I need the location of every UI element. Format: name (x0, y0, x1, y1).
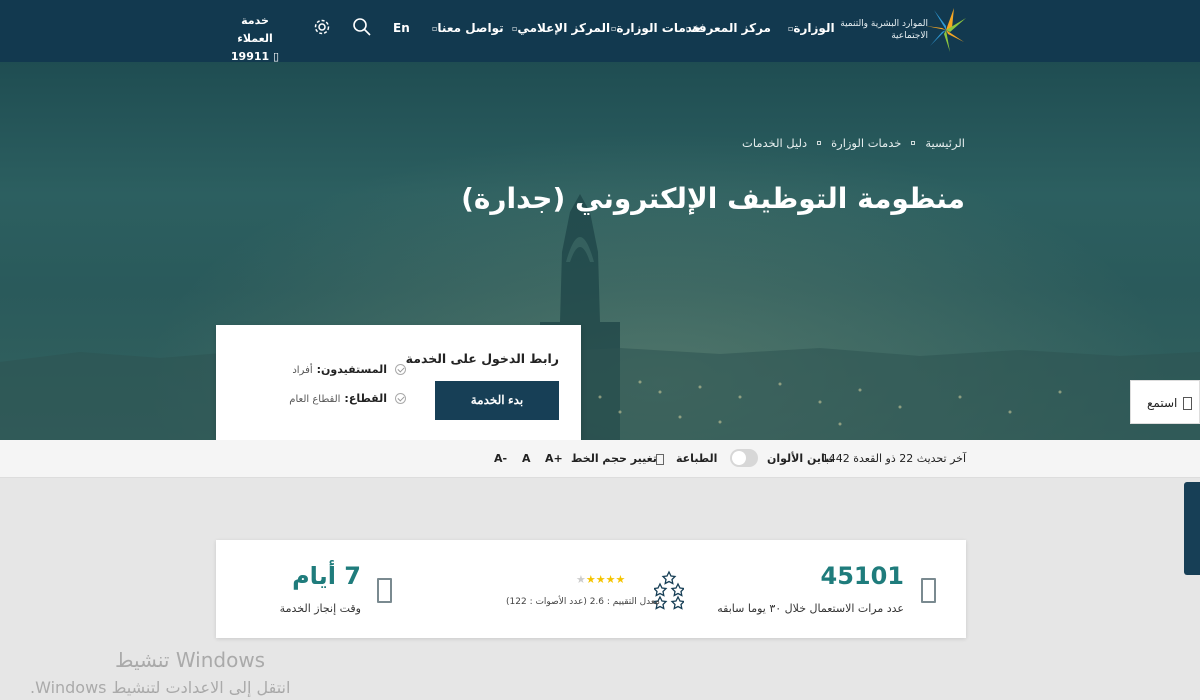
rating-stars[interactable]: ★★★★★ (576, 573, 625, 586)
completion-caption: وقت إنجاز الخدمة (279, 602, 361, 615)
print-button[interactable]: الطباعة (676, 452, 717, 465)
nav-label: مركز المعرفة (691, 21, 771, 35)
customer-service-label: خدمة العملاء (237, 14, 273, 45)
sector-label: القطاع: (344, 392, 387, 405)
font-decrease-button[interactable]: A- (494, 452, 507, 465)
nav-label: تواصل معنا (437, 21, 504, 35)
rating-star-icon[interactable]: ★ (606, 573, 616, 586)
breadcrumb-ministry-services[interactable]: خدمات الوزارة (831, 136, 901, 150)
language-switch[interactable]: En (393, 21, 410, 35)
rating-star-icon[interactable]: ★ (576, 573, 586, 586)
completion-time: 7 أيام (292, 562, 361, 590)
last-update-text: آخر تحديث 22 ذو القعدة 1442 (821, 452, 966, 465)
font-normal-button[interactable]: A (522, 452, 531, 465)
listen-label: استمع (1147, 396, 1178, 410)
print-icon (656, 454, 664, 465)
rating-caption: معدل التقييم : 2.6 (عدد الأصوات : 122) (506, 597, 661, 607)
listen-button[interactable]: استمع (1130, 380, 1200, 424)
check-circle-icon (395, 364, 406, 375)
nav-item-contact-us[interactable]: ▫تواصل معنا (428, 21, 504, 35)
clock-document-icon (377, 578, 392, 603)
ministry-logo[interactable]: الموارد البشرية والتنمية الاجتماعية (840, 6, 968, 54)
speaker-icon (1183, 397, 1192, 410)
sector-row: القطاع:القطاع العام (289, 392, 406, 405)
gear-icon[interactable] (312, 17, 332, 37)
beneficiaries-value: أفراد (292, 365, 313, 376)
rating-star-icon[interactable]: ★ (596, 573, 606, 586)
windows-activation-hint: انتقل إلى الاعدادت لتنشيط Windows. (30, 678, 291, 697)
breadcrumb-services-guide[interactable]: دليل الخدمات (742, 136, 807, 150)
customer-service[interactable]: خدمة العملاء 19911 ▯ (222, 12, 288, 66)
contrast-toggle[interactable] (730, 449, 758, 467)
sector-value: القطاع العام (289, 394, 341, 405)
check-circle-icon (395, 393, 406, 404)
start-service-button[interactable]: بدء الخدمة (435, 381, 559, 420)
service-card: رابط الدخول على الخدمة بدء الخدمة المستف… (216, 325, 581, 440)
breadcrumb-home[interactable]: الرئيسية (925, 136, 965, 150)
side-feedback-tab[interactable] (1184, 482, 1200, 575)
nav-item-ministry[interactable]: ▫الوزارة (784, 21, 835, 35)
breadcrumb-separator-icon (817, 141, 822, 145)
usage-caption: عدد مرات الاستعمال خلال ٣٠ يوما سابقه (717, 602, 904, 615)
hero-banner: الرئيسية خدمات الوزارة دليل الخدمات منظومة… (0, 62, 1200, 440)
beneficiaries-label: المستفيدون: (316, 363, 387, 376)
nav-item-media-center[interactable]: ▫المركز الإعلامي (508, 21, 610, 35)
contrast-label: تباين الألوان (767, 452, 834, 465)
usage-count: 45101 (820, 562, 905, 590)
logo-text: الموارد البشرية والتنمية الاجتماعية (840, 19, 928, 41)
nav-label: خدمات الوزارة (616, 21, 702, 35)
top-navbar: الموارد البشرية والتنمية الاجتماعية ▫الو… (0, 0, 1200, 63)
logo-mark-icon (926, 8, 966, 52)
nav-label: المركز الإعلامي (517, 21, 611, 35)
service-link-heading: رابط الدخول على الخدمة (405, 351, 559, 366)
beneficiaries-row: المستفيدون:أفراد (292, 363, 406, 376)
nav-item-ministry-services[interactable]: ▫خدمات الوزارة (607, 21, 701, 35)
rating-star-icon[interactable]: ★ (616, 573, 626, 586)
search-icon[interactable] (352, 17, 372, 37)
document-icon (921, 578, 936, 603)
city-skyline-image (0, 194, 1200, 440)
service-stats-card: 45101 عدد مرات الاستعمال خلال ٣٠ يوما سا… (216, 540, 966, 638)
breadcrumb-separator-icon (911, 141, 916, 145)
accessibility-toolbar: آخر تحديث 22 ذو القعدة 1442 تباين الألوا… (0, 440, 1200, 478)
breadcrumb: الرئيسية خدمات الوزارة دليل الخدمات (742, 136, 965, 150)
nav-label: الوزارة (793, 21, 835, 35)
font-size-label: تغيير حجم الخط (571, 452, 657, 465)
page-title: منظومة التوظيف الإلكتروني (جدارة) (461, 182, 965, 215)
font-increase-button[interactable]: A+ (545, 452, 563, 465)
windows-activation-title: تنشيط Windows (115, 648, 266, 672)
rating-star-icon[interactable]: ★ (586, 573, 596, 586)
